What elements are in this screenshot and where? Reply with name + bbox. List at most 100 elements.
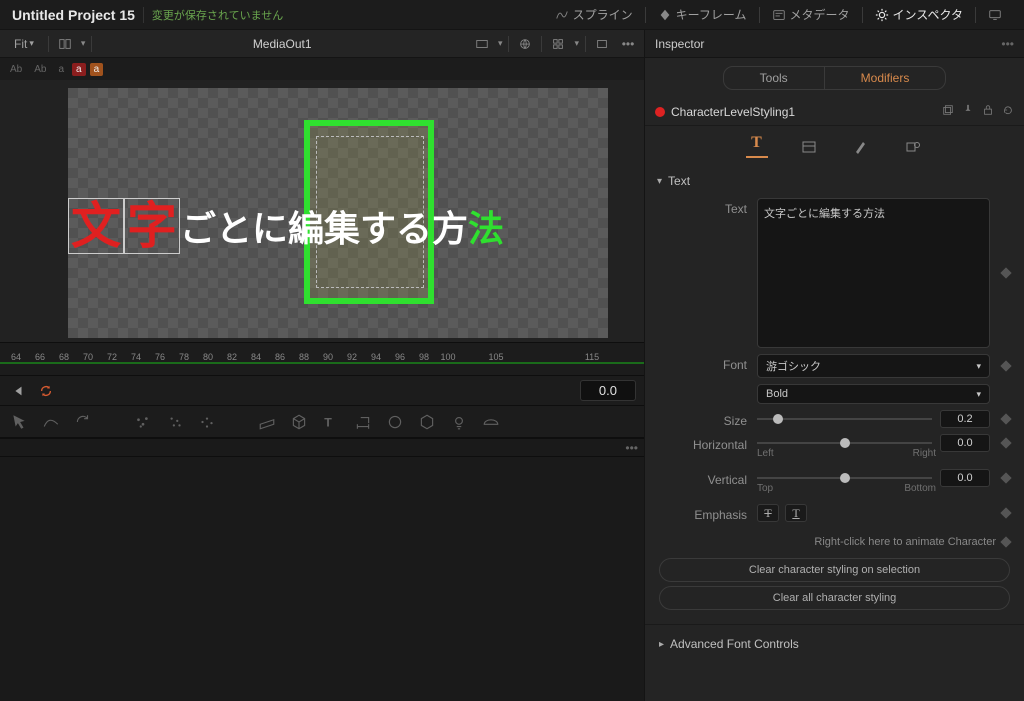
- ab-chip-active[interactable]: a: [72, 63, 86, 76]
- inspector-more-button[interactable]: •••: [1001, 37, 1014, 51]
- label-font: Font: [659, 354, 757, 372]
- tool-cube2-icon[interactable]: [418, 413, 436, 431]
- tool-sphere-icon[interactable]: [386, 413, 404, 431]
- tool-dims-icon[interactable]: [354, 413, 372, 431]
- zoom-fit-button[interactable]: Fit▾: [6, 35, 42, 53]
- viewer-single-button[interactable]: [592, 34, 612, 54]
- tool-redo-icon[interactable]: [74, 413, 92, 431]
- tool-cube-icon[interactable]: [290, 413, 308, 431]
- label-text: Text: [659, 198, 757, 216]
- spline-icon: [555, 8, 569, 22]
- tool-pointer-icon[interactable]: [10, 413, 28, 431]
- tool-text3d-icon[interactable]: T: [322, 413, 340, 431]
- viewer-globe-button[interactable]: [515, 34, 535, 54]
- lock-icon[interactable]: [982, 104, 994, 119]
- size-value[interactable]: 0.2: [940, 410, 990, 428]
- inspector-panel: Inspector ••• Tools Modifiers CharacterL…: [644, 30, 1024, 701]
- label-size: Size: [659, 410, 757, 428]
- ab-chip[interactable]: a: [54, 63, 68, 76]
- goto-start-button[interactable]: [8, 381, 28, 401]
- modifier-name: CharacterLevelStyling1: [671, 105, 795, 119]
- label-vertical: Vertical: [659, 469, 757, 487]
- keyframe-diamond[interactable]: [1000, 437, 1011, 448]
- ab-chip[interactable]: Ab: [30, 63, 50, 76]
- section-advanced-header[interactable]: ▸ Advanced Font Controls: [645, 624, 1024, 663]
- ab-chip[interactable]: Ab: [6, 63, 26, 76]
- tool-camera-icon[interactable]: [482, 413, 500, 431]
- viewer-node-title: MediaOut1: [98, 37, 466, 51]
- keyframe-diamond[interactable]: [1000, 413, 1011, 424]
- horizontal-slider[interactable]: [757, 436, 932, 450]
- nav-spline[interactable]: スプライン: [545, 2, 643, 27]
- viewer-more-button[interactable]: •••: [618, 34, 638, 54]
- clear-selection-button[interactable]: Clear character styling on selection: [659, 558, 1010, 582]
- tool-particles2-icon[interactable]: [166, 413, 184, 431]
- layout-split-button[interactable]: [55, 34, 75, 54]
- monitor-icon: [988, 8, 1002, 22]
- timecode-display[interactable]: 0.0: [580, 380, 636, 401]
- nav-dual-view[interactable]: [978, 4, 1012, 26]
- viewer-header: Fit▾ ▾ MediaOut1 ▾ ▾ •••: [0, 30, 644, 58]
- tool-particles3-icon[interactable]: [198, 413, 216, 431]
- transport-bar: 0.0: [0, 376, 644, 406]
- chevron-right-icon: ▸: [659, 639, 664, 650]
- keyframe-diamond[interactable]: [1000, 536, 1011, 547]
- vertical-value[interactable]: 0.0: [940, 469, 990, 487]
- reset-icon[interactable]: [1002, 104, 1014, 119]
- nav-keyframes[interactable]: キーフレーム: [648, 2, 757, 27]
- tool-curve-icon[interactable]: [42, 413, 60, 431]
- tab-tools[interactable]: Tools: [723, 66, 825, 90]
- viewport[interactable]: 文字ごとに編集する方法: [0, 80, 644, 342]
- pin-icon[interactable]: [962, 104, 974, 119]
- scrub-bar[interactable]: [0, 364, 644, 376]
- subtab-settings[interactable]: [902, 136, 924, 158]
- keyframe-diamond[interactable]: [1000, 360, 1011, 371]
- nav-inspector[interactable]: インスペクタ: [865, 2, 973, 27]
- time-ruler[interactable]: 6466687072747678808284868890929496981001…: [0, 342, 644, 364]
- subtab-shading[interactable]: [850, 136, 872, 158]
- subtab-layout[interactable]: [798, 136, 820, 158]
- versions-icon[interactable]: [942, 104, 954, 119]
- tab-modifiers[interactable]: Modifiers: [825, 66, 947, 90]
- inspector-icon: [875, 8, 889, 22]
- horizontal-value[interactable]: 0.0: [940, 434, 990, 452]
- keyframe-diamond[interactable]: [1000, 267, 1011, 278]
- svg-text:T: T: [324, 415, 332, 429]
- viewer-aspect-button[interactable]: [472, 34, 492, 54]
- ab-chip-active[interactable]: a: [90, 63, 104, 76]
- ab-toolbar: Ab Ab a a a: [0, 58, 644, 80]
- tool-particles1-icon[interactable]: [134, 413, 152, 431]
- font-family-select[interactable]: 游ゴシック▾: [757, 354, 990, 378]
- project-title: Untitled Project 15: [12, 7, 135, 23]
- clear-all-button[interactable]: Clear all character styling: [659, 586, 1010, 610]
- section-text-header[interactable]: ▾ Text: [645, 164, 1024, 198]
- keyframe-diamond[interactable]: [1000, 472, 1011, 483]
- keyframe-icon: [658, 8, 672, 22]
- flow-area[interactable]: •••: [0, 438, 644, 701]
- node-enable-toggle[interactable]: [655, 107, 665, 117]
- chevron-down-icon: ▾: [657, 176, 662, 187]
- size-slider[interactable]: [757, 412, 932, 426]
- viewer-grid-button[interactable]: [548, 34, 568, 54]
- label-emphasis: Emphasis: [659, 504, 757, 522]
- flow-more-button[interactable]: •••: [625, 441, 638, 455]
- vertical-slider[interactable]: [757, 471, 932, 485]
- loop-button[interactable]: [36, 381, 56, 401]
- inspector-title: Inspector: [655, 37, 704, 51]
- emphasis-strikethrough-button[interactable]: T: [757, 504, 779, 522]
- font-weight-select[interactable]: Bold▾: [757, 384, 990, 404]
- tool-plane-icon[interactable]: [258, 413, 276, 431]
- animate-hint[interactable]: Right-click here to animate Character: [659, 536, 996, 548]
- viewer-canvas: 文字ごとに編集する方法: [68, 88, 608, 338]
- text-input[interactable]: [757, 198, 990, 348]
- emphasis-underline-button[interactable]: T: [785, 504, 807, 522]
- nav-metadata[interactable]: メタデータ: [762, 2, 860, 27]
- preview-text: 文字ごとに編集する方法: [68, 198, 504, 254]
- keyframe-diamond[interactable]: [1000, 507, 1011, 518]
- metadata-icon: [772, 8, 786, 22]
- tool-light-icon[interactable]: [450, 413, 468, 431]
- label-horizontal: Horizontal: [659, 434, 757, 452]
- title-bar: Untitled Project 15 変更が保存されていません スプライン キ…: [0, 0, 1024, 30]
- viewer-panel: Fit▾ ▾ MediaOut1 ▾ ▾ ••• Ab Ab a a a: [0, 30, 644, 701]
- subtab-text[interactable]: T: [746, 136, 768, 158]
